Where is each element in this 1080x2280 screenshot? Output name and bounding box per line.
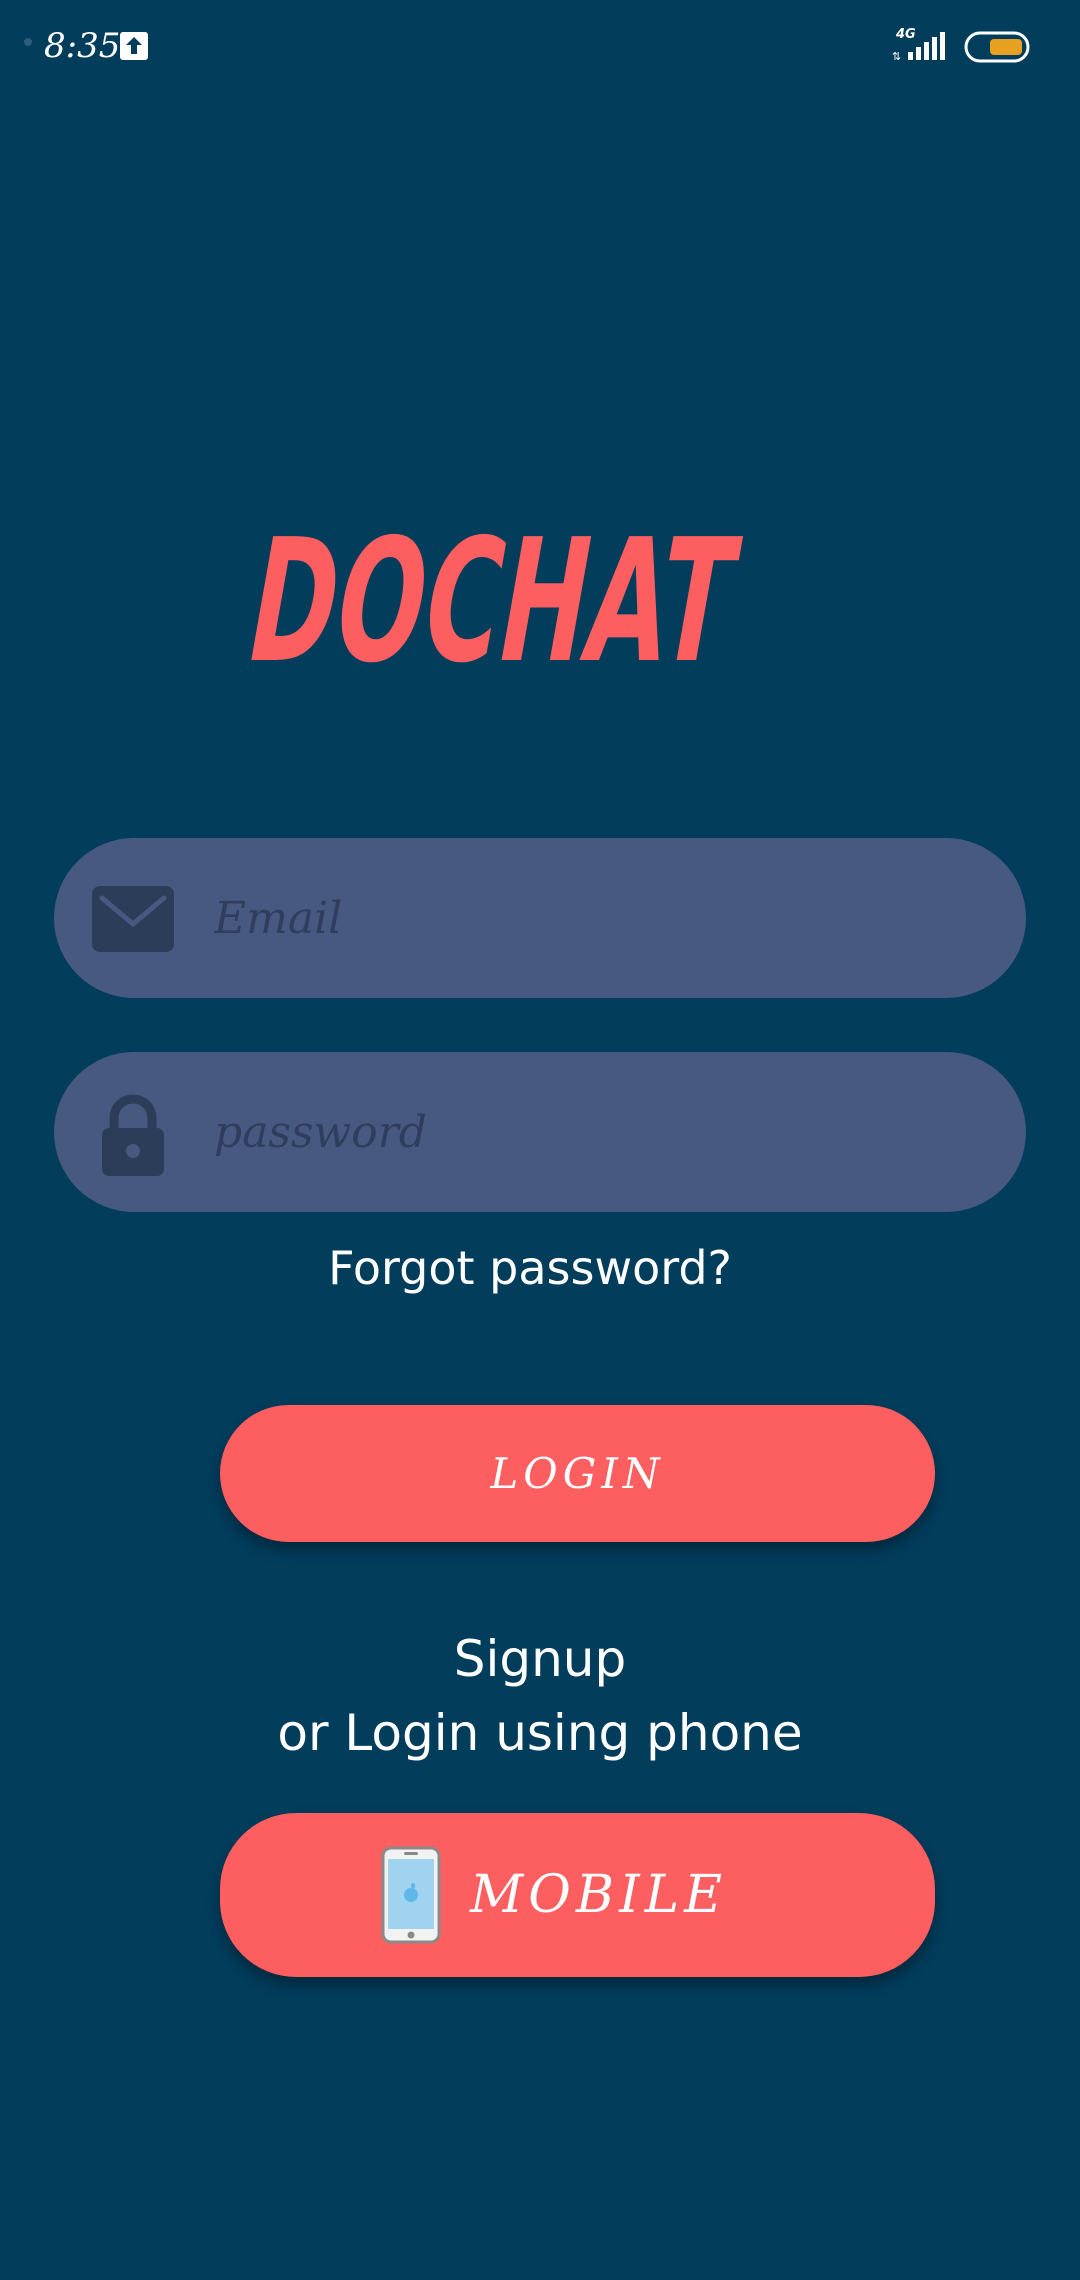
- mobile-button-label: MOBILE: [470, 1865, 728, 1925]
- svg-text:⇅: ⇅: [892, 50, 901, 62]
- logo-text: DOCHAT: [235, 503, 750, 690]
- battery-icon: [964, 31, 1032, 63]
- signup-link[interactable]: Signup: [0, 1622, 1080, 1696]
- status-time: 8:35: [44, 26, 121, 66]
- password-input[interactable]: [214, 1082, 974, 1182]
- login-button[interactable]: LOGIN: [220, 1405, 935, 1542]
- email-input[interactable]: [214, 868, 974, 968]
- smartphone-icon: [380, 1845, 442, 1945]
- login-with-phone-text: or Login using phone: [277, 1704, 803, 1762]
- app-logo: DOCHAT: [230, 500, 770, 700]
- envelope-icon: [88, 874, 178, 964]
- notification-dot: [24, 38, 32, 46]
- status-bar: 8:35 4G ⇅: [0, 0, 1080, 96]
- email-field[interactable]: [54, 838, 1026, 998]
- forgot-password-link[interactable]: Forgot password?: [0, 1236, 1060, 1300]
- signup-section: Signup or Login using phone: [0, 1622, 1080, 1770]
- password-field[interactable]: [54, 1052, 1026, 1212]
- upload-icon: [120, 32, 148, 60]
- mobile-login-button[interactable]: MOBILE: [220, 1813, 935, 1977]
- login-button-label: LOGIN: [490, 1449, 665, 1498]
- lock-icon: [88, 1088, 178, 1178]
- signal-icon: ⇅: [890, 30, 950, 63]
